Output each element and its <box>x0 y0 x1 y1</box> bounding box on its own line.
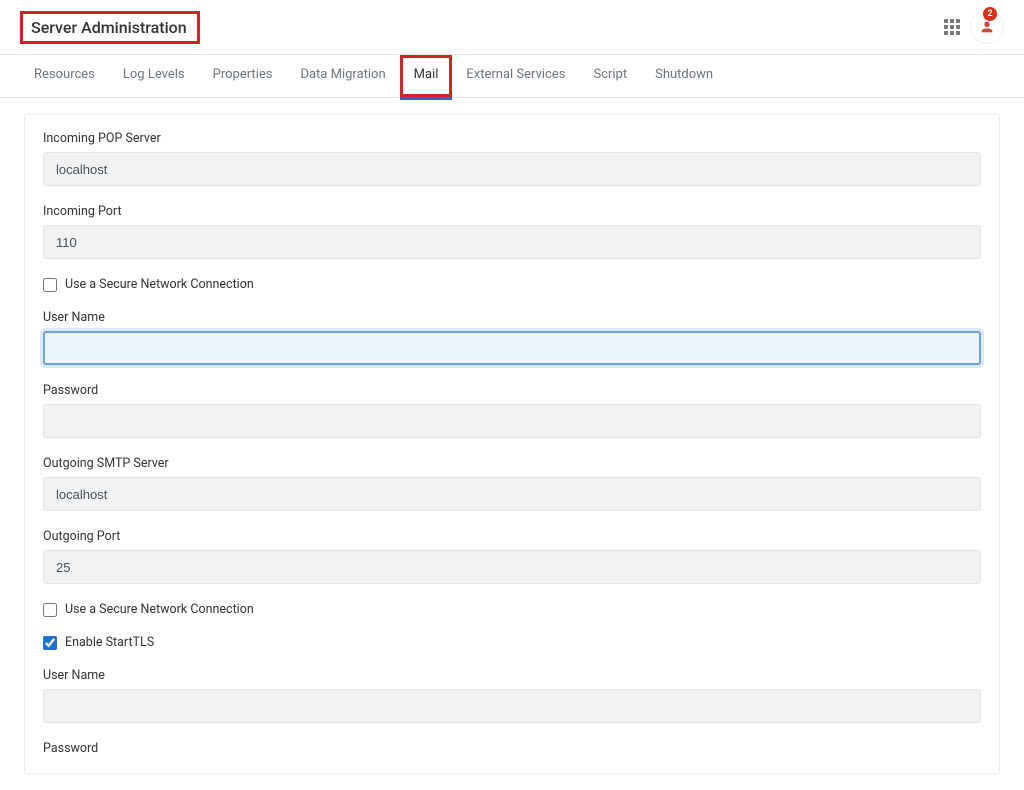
label-enable-starttls[interactable]: Enable StartTLS <box>65 635 154 650</box>
apps-grid-icon[interactable] <box>944 19 960 35</box>
label-incoming-secure[interactable]: Use a Secure Network Connection <box>65 277 254 292</box>
input-incoming-pop-server[interactable] <box>43 152 981 186</box>
tab-properties[interactable]: Properties <box>199 55 287 97</box>
field-outgoing-secure: Use a Secure Network Connection <box>43 602 981 617</box>
tab-resources[interactable]: Resources <box>20 55 109 97</box>
label-outgoing-port: Outgoing Port <box>43 529 981 544</box>
input-outgoing-port[interactable] <box>43 550 981 584</box>
field-password-out: Password <box>43 741 981 756</box>
field-user-name: User Name <box>43 310 981 365</box>
field-incoming-pop-server: Incoming POP Server <box>43 131 981 186</box>
header: Server Administration 2 <box>0 0 1024 55</box>
tab-log-levels[interactable]: Log Levels <box>109 55 199 97</box>
tabs-nav: Resources Log Levels Properties Data Mig… <box>0 55 1024 98</box>
page-title: Server Administration <box>31 18 187 37</box>
tab-external-services[interactable]: External Services <box>452 55 579 97</box>
input-password[interactable] <box>43 404 981 438</box>
label-user-name-out: User Name <box>43 668 981 683</box>
field-incoming-secure: Use a Secure Network Connection <box>43 277 981 292</box>
tab-shutdown[interactable]: Shutdown <box>641 55 727 97</box>
input-user-name-out[interactable] <box>43 689 981 723</box>
field-password: Password <box>43 383 981 438</box>
header-actions: 2 <box>944 10 1004 44</box>
field-outgoing-smtp-server: Outgoing SMTP Server <box>43 456 981 511</box>
label-incoming-pop-server: Incoming POP Server <box>43 131 981 146</box>
checkbox-outgoing-secure[interactable] <box>43 603 57 617</box>
tab-script[interactable]: Script <box>579 55 641 97</box>
label-outgoing-smtp-server: Outgoing SMTP Server <box>43 456 981 471</box>
field-user-name-out: User Name <box>43 668 981 723</box>
tab-data-migration[interactable]: Data Migration <box>286 55 399 97</box>
page-title-highlight: Server Administration <box>20 11 200 44</box>
notification-badge: 2 <box>983 7 997 21</box>
checkbox-enable-starttls[interactable] <box>43 636 57 650</box>
field-outgoing-port: Outgoing Port <box>43 529 981 584</box>
label-password: Password <box>43 383 981 398</box>
input-outgoing-smtp-server[interactable] <box>43 477 981 511</box>
field-enable-starttls: Enable StartTLS <box>43 635 981 650</box>
tab-mail[interactable]: Mail <box>400 55 453 97</box>
label-incoming-port: Incoming Port <box>43 204 981 219</box>
mail-settings-panel: Incoming POP Server Incoming Port Use a … <box>24 114 1000 774</box>
user-icon <box>979 19 995 35</box>
user-menu-button[interactable]: 2 <box>970 10 1004 44</box>
content: Incoming POP Server Incoming Port Use a … <box>0 98 1024 790</box>
field-incoming-port: Incoming Port <box>43 204 981 259</box>
input-incoming-port[interactable] <box>43 225 981 259</box>
checkbox-incoming-secure[interactable] <box>43 278 57 292</box>
label-password-out: Password <box>43 741 981 756</box>
input-user-name[interactable] <box>43 331 981 365</box>
label-user-name: User Name <box>43 310 981 325</box>
label-outgoing-secure[interactable]: Use a Secure Network Connection <box>65 602 254 617</box>
